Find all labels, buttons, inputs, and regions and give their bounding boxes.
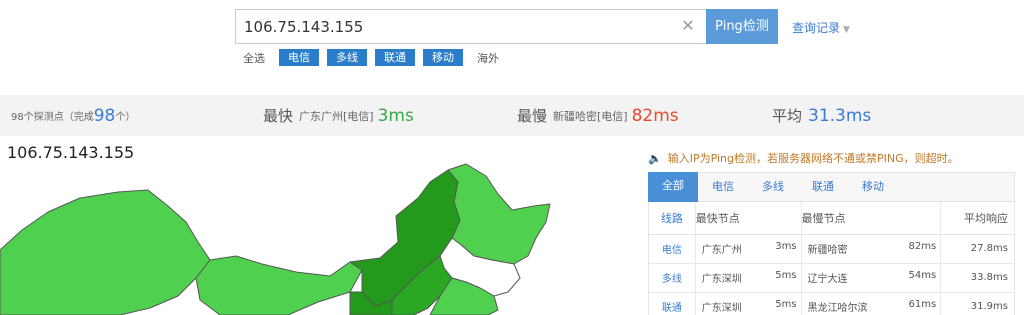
filter-all[interactable]: 全选 xyxy=(243,50,265,66)
history-label: 查询记录 xyxy=(792,21,841,35)
table-row[interactable]: 电信 广东广州 3ms 新疆哈密 82ms 27.8ms xyxy=(648,234,1015,264)
slowest-node: 新疆哈密 xyxy=(807,245,848,256)
fastest-ms: 5ms xyxy=(775,299,797,310)
probe-count: 98个探测点（完成 98 个） xyxy=(11,95,135,136)
map-region-xinjiang[interactable] xyxy=(0,189,211,315)
filter-chip-telecom[interactable]: 电信 xyxy=(279,49,319,66)
slowest-stat: 最慢 新疆哈密[电信] 82ms xyxy=(517,95,679,136)
notice-label: 输入IP为Ping检测，若服务器网络不通或禁PING，则超时。 xyxy=(667,152,959,165)
average-stat: 平均 31.3ms xyxy=(772,95,871,136)
china-map xyxy=(0,163,551,315)
probe-suffix: 个） xyxy=(115,112,136,123)
row-slowest: 辽宁大连 54ms xyxy=(801,263,942,293)
search-box: ✕ xyxy=(235,9,706,44)
average-value: 31.3ms xyxy=(808,105,872,126)
table-row[interactable]: 多线 广东深圳 5ms 辽宁大连 54ms 33.8ms xyxy=(648,263,1015,293)
slowest-value: 82ms xyxy=(631,105,679,126)
header-slowest: 最慢节点 xyxy=(801,202,942,235)
row-average: 33.8ms xyxy=(940,263,1015,293)
row-line: 电信 xyxy=(648,234,696,264)
filter-chip-multiline[interactable]: 多线 xyxy=(327,49,367,66)
header-average: 平均响应 xyxy=(940,202,1015,235)
table-row[interactable]: 联通 广东深圳 5ms 黑龙江哈尔滨 61ms 31.9ms xyxy=(648,292,1015,315)
slowest-label: 最慢 xyxy=(517,107,548,125)
slowest-ms: 54ms xyxy=(908,270,937,281)
line-tabs: 全部 电信 多线 联通 移动 xyxy=(648,172,1015,202)
row-average: 27.8ms xyxy=(940,234,1015,264)
filter-chip-unicom[interactable]: 联通 xyxy=(375,49,415,66)
fastest-node: 广东广州 xyxy=(701,245,742,256)
map-region-gansu[interactable] xyxy=(195,255,363,315)
filter-row: 全选 电信 多线 联通 移动 海外 xyxy=(243,48,513,67)
average-label: 平均 xyxy=(772,107,803,125)
header-fastest: 最快节点 xyxy=(695,202,802,235)
result-table: 线路 最快节点 最慢节点 平均响应 电信 广东广州 3ms 新疆哈密 82ms 27… xyxy=(648,202,1015,315)
slowest-ms: 61ms xyxy=(908,299,937,310)
slowest-ms: 82ms xyxy=(908,241,937,252)
close-icon[interactable]: ✕ xyxy=(680,18,696,34)
row-line: 多线 xyxy=(648,263,696,293)
header-line: 线路 xyxy=(648,202,696,235)
row-fastest: 广东深圳 5ms xyxy=(695,263,802,293)
row-slowest: 黑龙江哈尔滨 61ms xyxy=(801,292,942,315)
ping-button[interactable]: Ping检测 xyxy=(706,9,778,44)
stats-bar: 98个探测点（完成 98 个） 最快 广东广州[电信] 3ms 最慢 新疆哈密[电信… xyxy=(0,95,1024,136)
row-slowest: 新疆哈密 82ms xyxy=(801,234,942,264)
slowest-node: 辽宁大连 xyxy=(807,274,848,285)
tab-multiline[interactable]: 多线 xyxy=(748,173,798,201)
fastest-ms: 5ms xyxy=(775,270,797,281)
fastest-label: 最快 xyxy=(263,107,294,125)
row-average: 31.9ms xyxy=(940,292,1015,315)
search-input[interactable] xyxy=(244,10,674,43)
fastest-node: 广东深圳 xyxy=(701,303,742,314)
probe-prefix: 98个探测点（完成 xyxy=(11,112,94,123)
tab-all[interactable]: 全部 xyxy=(648,172,698,202)
speaker-icon: 🔈 xyxy=(648,152,662,165)
history-dropdown[interactable]: 查询记录 ▼ xyxy=(792,19,850,36)
slowest-location: 新疆哈密[电信] xyxy=(553,109,628,123)
tab-mobile[interactable]: 移动 xyxy=(848,173,898,201)
tab-unicom[interactable]: 联通 xyxy=(798,173,848,201)
filter-chip-mobile[interactable]: 移动 xyxy=(423,49,463,66)
table-header-row: 线路 最快节点 最慢节点 平均响应 xyxy=(648,202,1015,235)
fastest-location: 广东广州[电信] xyxy=(299,109,374,123)
row-fastest: 广东深圳 5ms xyxy=(695,292,802,315)
fastest-value: 3ms xyxy=(377,105,414,126)
fastest-stat: 最快 广东广州[电信] 3ms xyxy=(263,95,414,136)
tab-telecom[interactable]: 电信 xyxy=(698,173,748,201)
probe-done: 98 xyxy=(93,105,116,126)
slowest-node: 黑龙江哈尔滨 xyxy=(807,303,868,314)
fastest-node: 广东深圳 xyxy=(701,274,742,285)
fastest-ms: 3ms xyxy=(775,241,797,252)
filter-overseas[interactable]: 海外 xyxy=(477,50,499,66)
row-line: 联通 xyxy=(648,292,696,315)
caret-down-icon: ▼ xyxy=(843,25,850,35)
search-header: ✕ Ping检测 查询记录▼ 全选 电信 多线 联通 移动 海外 xyxy=(0,0,1024,86)
row-fastest: 广东广州 3ms xyxy=(695,234,802,264)
notice-text: 🔈 输入IP为Ping检测，若服务器网络不通或禁PING，则超时。 xyxy=(648,150,959,166)
